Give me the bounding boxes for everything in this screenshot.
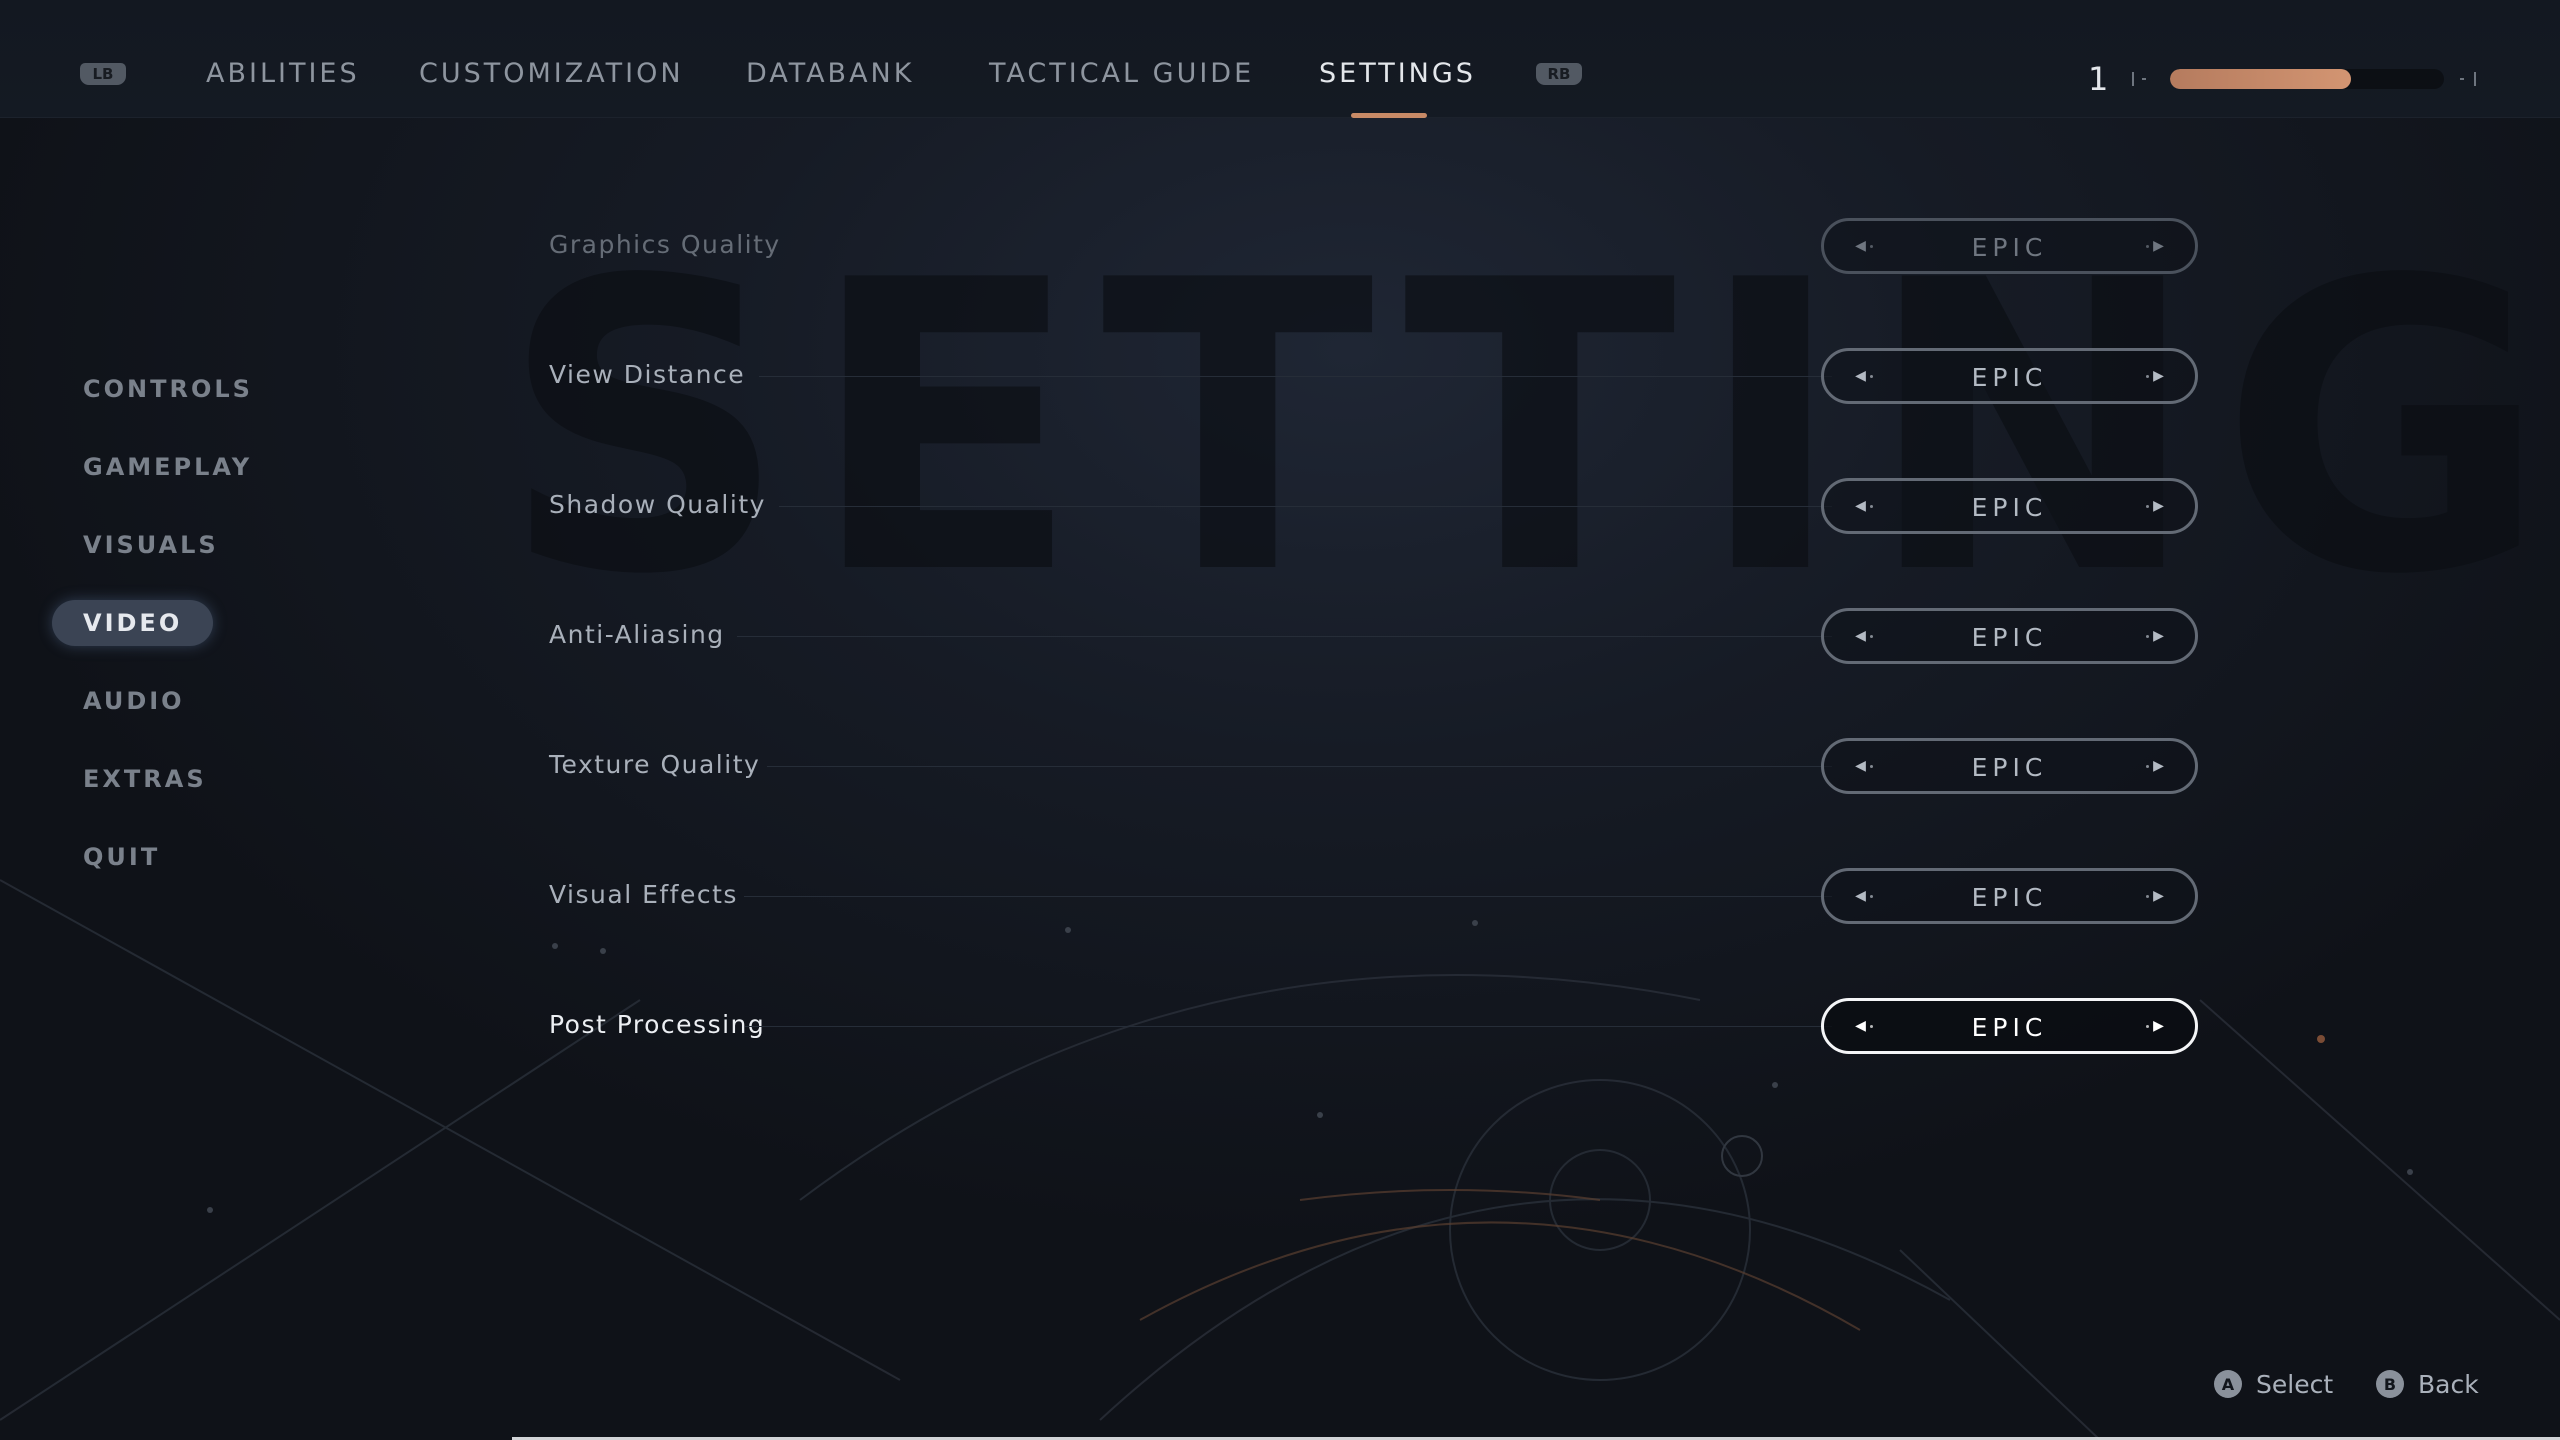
sidebar-item-controls[interactable]: CONTROLS: [52, 366, 284, 412]
setting-row-anti-aliasing[interactable]: Anti-Aliasing ◀ EPIC ▶: [549, 606, 2199, 666]
lb-bumper-icon[interactable]: LB: [80, 63, 126, 85]
post-processing-selector[interactable]: ◀ EPIC ▶: [1821, 998, 2198, 1054]
rb-bumper-icon[interactable]: RB: [1536, 63, 1582, 85]
setting-row-texture-quality[interactable]: Texture Quality ◀ EPIC ▶: [549, 736, 2199, 796]
graphics-quality-selector[interactable]: ◀ EPIC ▶: [1821, 218, 2198, 274]
setting-label: Shadow Quality: [549, 490, 766, 519]
triangle-right-icon[interactable]: ▶: [2123, 351, 2183, 401]
setting-row-view-distance[interactable]: View Distance ◀ EPIC ▶: [549, 346, 2199, 406]
triangle-right-icon[interactable]: ▶: [2123, 1001, 2183, 1051]
xp-bar-start-dot: [2142, 78, 2146, 80]
select-prompt[interactable]: A Select: [2214, 1366, 2333, 1402]
settings-watermark: SETTINGS: [500, 197, 2560, 662]
row-divider-line: [744, 896, 1832, 897]
sidebar-item-visuals[interactable]: VISUALS: [52, 522, 250, 568]
xp-bar-start-tick: [2132, 72, 2134, 86]
row-divider-line: [759, 376, 1832, 377]
visual-effects-selector[interactable]: ◀ EPIC ▶: [1821, 868, 2198, 924]
setting-row-post-processing[interactable]: Post Processing ◀ EPIC ▶: [549, 996, 2199, 1056]
xp-progress-bar: [2170, 69, 2444, 89]
row-divider-line: [737, 636, 1832, 637]
xp-bar-end-tick: [2474, 72, 2476, 86]
row-divider-line: [745, 1026, 1832, 1027]
sidebar-item-video[interactable]: VIDEO: [52, 600, 214, 646]
tab-tactical-guide[interactable]: TACTICAL GUIDE: [989, 58, 1254, 94]
back-prompt[interactable]: B Back: [2376, 1366, 2479, 1402]
tab-databank[interactable]: DATABANK: [746, 58, 914, 94]
row-divider-line: [767, 766, 1832, 767]
setting-label: Anti-Aliasing: [549, 620, 725, 649]
setting-label: Graphics Quality: [549, 230, 781, 259]
setting-row-visual-effects[interactable]: Visual Effects ◀ EPIC ▶: [549, 866, 2199, 926]
tab-settings[interactable]: SETTINGS: [1319, 58, 1476, 94]
sidebar-item-quit[interactable]: QUIT: [52, 834, 191, 880]
triangle-right-icon[interactable]: ▶: [2123, 871, 2183, 921]
back-prompt-label: Back: [2418, 1369, 2479, 1399]
setting-row-shadow-quality[interactable]: Shadow Quality ◀ EPIC ▶: [549, 476, 2199, 536]
a-button-icon: A: [2214, 1370, 2242, 1398]
settings-screen: SETTINGS LB ABILITIES CUSTOMIZATION DATA…: [0, 0, 2560, 1440]
setting-row-graphics-quality[interactable]: Graphics Quality ◀ EPIC ▶: [549, 216, 2199, 276]
setting-label: View Distance: [549, 360, 746, 389]
tab-abilities[interactable]: ABILITIES: [206, 58, 360, 94]
triangle-right-icon[interactable]: ▶: [2123, 611, 2183, 661]
setting-label: Visual Effects: [549, 880, 738, 909]
xp-progress-fill: [2170, 69, 2351, 89]
anti-aliasing-selector[interactable]: ◀ EPIC ▶: [1821, 608, 2198, 664]
select-prompt-label: Select: [2256, 1369, 2334, 1399]
b-button-icon: B: [2376, 1370, 2404, 1398]
view-distance-selector[interactable]: ◀ EPIC ▶: [1821, 348, 2198, 404]
texture-quality-selector[interactable]: ◀ EPIC ▶: [1821, 738, 2198, 794]
setting-label: Texture Quality: [549, 750, 761, 779]
triangle-right-icon[interactable]: ▶: [2123, 221, 2183, 271]
shadow-quality-selector[interactable]: ◀ EPIC ▶: [1821, 478, 2198, 534]
triangle-right-icon[interactable]: ▶: [2123, 481, 2183, 531]
active-tab-indicator: [1351, 113, 1427, 118]
xp-bar-end-dot: [2460, 78, 2464, 80]
top-navigation-bar: LB ABILITIES CUSTOMIZATION DATABANK TACT…: [0, 0, 2560, 118]
triangle-right-icon[interactable]: ▶: [2123, 741, 2183, 791]
tab-customization[interactable]: CUSTOMIZATION: [419, 58, 684, 94]
sidebar-item-extras[interactable]: EXTRAS: [52, 756, 238, 802]
sidebar-item-audio[interactable]: AUDIO: [52, 678, 216, 724]
setting-label: Post Processing: [549, 1010, 766, 1039]
row-divider-line: [779, 506, 1832, 507]
sidebar-item-gameplay[interactable]: GAMEPLAY: [52, 444, 283, 490]
player-level: 1: [2088, 60, 2109, 98]
